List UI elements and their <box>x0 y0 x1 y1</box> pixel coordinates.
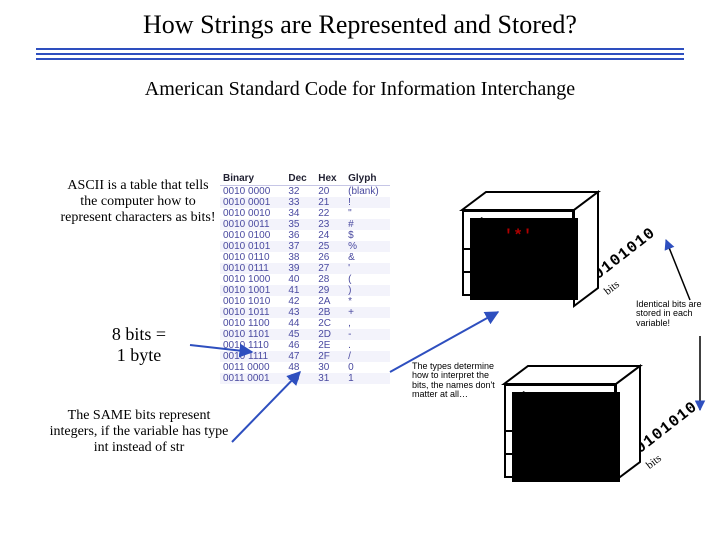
table-row: 0010 1100442C, <box>220 318 390 329</box>
type-row-str: type: str <box>464 248 572 271</box>
bits-label-str: bits <box>602 278 622 297</box>
ascii-table: Binary Dec Hex Glyph 0010 00003220(blank… <box>220 172 390 384</box>
table-row: 0010 00013321! <box>220 197 390 208</box>
table-row: 0010 1111472F/ <box>220 351 390 362</box>
bits-int: 00101010 <box>623 398 701 464</box>
table-row: 0010 1110462E. <box>220 340 390 351</box>
str-value: '*' <box>470 227 566 245</box>
int-value: 42 <box>512 401 608 427</box>
table-row: 0010 1010422A* <box>220 296 390 307</box>
slide-subtitle: American Standard Code for Information I… <box>0 78 720 101</box>
table-row: 0010 1011432B+ <box>220 307 390 318</box>
bits-label-int: bits <box>644 452 664 471</box>
table-row: 0010 01113927' <box>220 263 390 274</box>
value-label-2: value: <box>512 389 608 401</box>
note-types: The types determine how to interpret the… <box>412 362 504 400</box>
note-ascii-def: ASCII is a table that tells the computer… <box>58 178 218 226</box>
table-row: 0010 01103826& <box>220 252 390 263</box>
table-row: 0010 00103422" <box>220 208 390 219</box>
table-row: 0010 10004028( <box>220 274 390 285</box>
table-row: 0010 10014129) <box>220 285 390 296</box>
col-hex: Hex <box>315 172 345 186</box>
note-identical: Identical bits are stored in each variab… <box>636 300 714 328</box>
table-row: 0010 1101452D- <box>220 329 390 340</box>
mem-block-str: value: '*' type: str name: <box>462 210 574 296</box>
mem-block-int: value: 42 type: int name: <box>504 384 616 478</box>
name-row-str: name: <box>464 271 572 294</box>
col-binary: Binary <box>220 172 285 186</box>
table-row: 0010 00113523# <box>220 219 390 230</box>
table-row: 0010 01003624$ <box>220 230 390 241</box>
name-row-int: name: <box>506 453 614 476</box>
type-row-int: type: int <box>506 430 614 453</box>
note-byte: 8 bits =1 byte <box>84 324 194 365</box>
col-dec: Dec <box>285 172 315 186</box>
bits-str: 00101010 <box>581 224 659 290</box>
table-row: 0011 000048300 <box>220 362 390 373</box>
divider <box>36 48 684 62</box>
value-label: value: <box>470 215 566 227</box>
table-row: 0011 000149311 <box>220 373 390 384</box>
note-same-bits: The SAME bits represent integers, if the… <box>44 408 234 456</box>
table-row: 0010 00003220(blank) <box>220 186 390 198</box>
col-glyph: Glyph <box>345 172 390 186</box>
slide-title: How Strings are Represented and Stored? <box>0 0 720 48</box>
table-row: 0010 01013725% <box>220 241 390 252</box>
